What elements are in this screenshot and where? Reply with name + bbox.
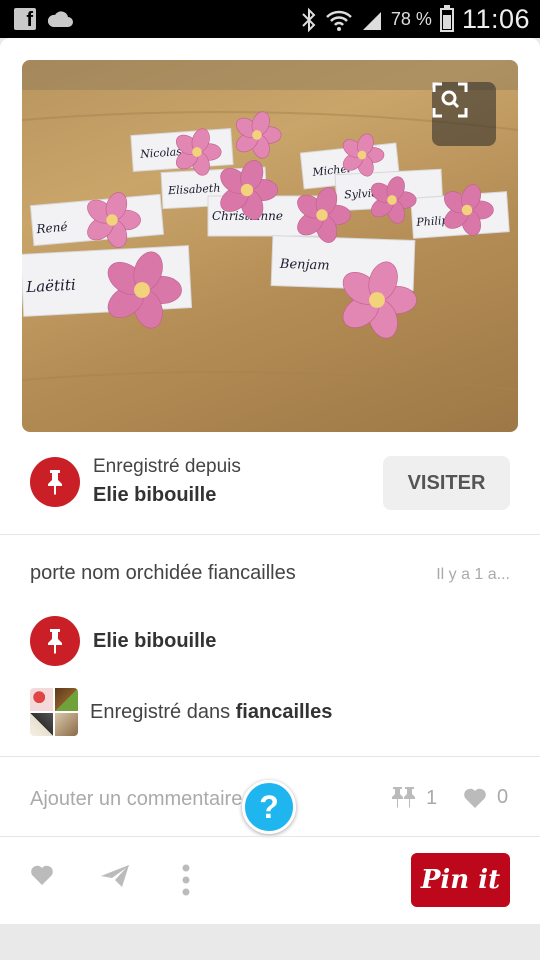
visit-button[interactable]: VISITER	[383, 456, 510, 510]
pin-description: porte nom orchidée fiancailles	[30, 562, 296, 584]
like-heart-icon[interactable]	[30, 864, 54, 886]
pin-icon	[48, 469, 62, 495]
card-name-4: René	[35, 220, 68, 237]
pinner-avatar[interactable]	[30, 616, 80, 666]
repin-stat[interactable]: 1	[390, 786, 437, 810]
divider	[0, 534, 540, 535]
source-name[interactable]: Elie bibouille	[93, 484, 241, 507]
repin-icon	[392, 787, 415, 808]
help-button[interactable]: ?	[242, 780, 296, 834]
status-bar: f 78 % 11:06	[0, 0, 540, 38]
source-avatar[interactable]	[30, 456, 80, 507]
like-stat[interactable]: 0	[463, 786, 508, 809]
battery-icon	[439, 4, 454, 32]
signal-icon	[362, 11, 381, 30]
heart-icon	[464, 788, 486, 808]
saved-in-board-row[interactable]: Enregistré dans fiancailles	[30, 688, 332, 736]
board-name[interactable]: fiancailles	[236, 701, 333, 723]
saved-from-row: Enregistré depuis Elie bibouille	[30, 456, 241, 507]
pinner-row[interactable]: Elie bibouille	[30, 616, 216, 666]
divider	[0, 836, 540, 837]
visual-search-button[interactable]	[432, 82, 496, 146]
facebook-icon: f	[14, 8, 36, 31]
pin-it-button[interactable]: Pin it	[411, 853, 510, 907]
send-icon[interactable]	[100, 864, 130, 888]
more-options-icon[interactable]	[180, 864, 192, 896]
battery-percent: 78 %	[390, 9, 432, 29]
add-comment-input[interactable]: Ajouter un commentaire	[30, 788, 242, 811]
pin-icon	[48, 629, 62, 654]
cloud-icon	[47, 11, 73, 27]
saved-in-label: Enregistré dans	[90, 700, 231, 723]
wifi-icon	[326, 10, 352, 31]
bottom-peek-area	[0, 924, 540, 960]
card-name-8: Benjam	[279, 257, 330, 274]
board-thumbnail[interactable]	[30, 688, 78, 736]
visual-search-icon	[432, 82, 468, 118]
divider	[0, 756, 540, 757]
pin-card: Nicolas Elisabeth Michel René Christiann…	[0, 38, 540, 924]
pin-time-ago: Il y a 1 a...	[436, 566, 510, 583]
saved-from-label: Enregistré depuis	[93, 456, 241, 477]
like-count: 0	[497, 786, 509, 808]
orchid-flower	[235, 111, 282, 159]
pinner-name[interactable]: Elie bibouille	[93, 630, 216, 653]
bluetooth-icon	[302, 7, 316, 32]
card-name-9: Laëtiti	[25, 276, 77, 297]
clock: 11:06	[461, 4, 530, 34]
pin-image[interactable]: Nicolas Elisabeth Michel René Christiann…	[22, 60, 518, 432]
repin-count: 1	[426, 786, 438, 809]
